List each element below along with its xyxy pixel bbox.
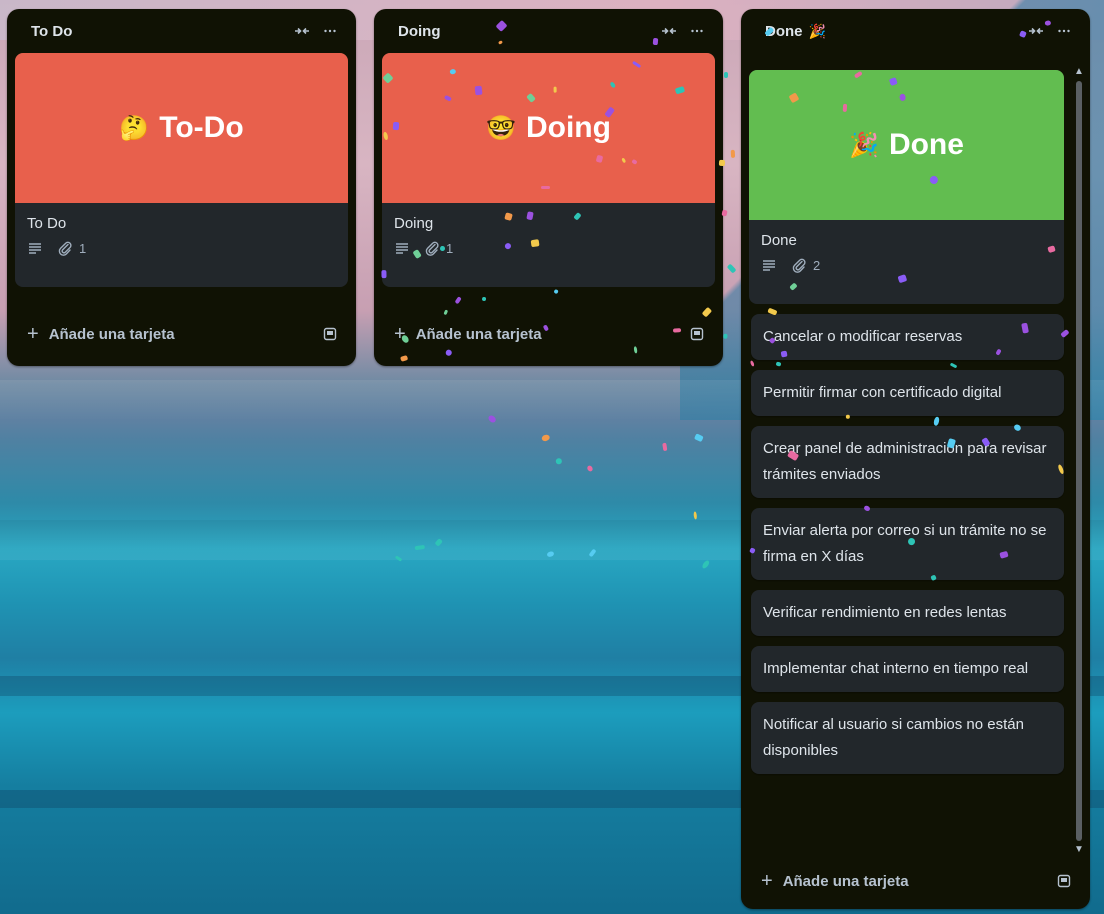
card-title: Done	[761, 232, 797, 249]
list-title-text: To Do	[31, 22, 73, 40]
cover-text: Doing	[525, 111, 611, 144]
attachment-count: 1	[446, 240, 454, 256]
card-template-icon[interactable]	[1054, 871, 1074, 891]
list-title[interactable]: Done 🎉	[765, 23, 1022, 40]
card-cover: 🤓 Doing	[382, 53, 715, 203]
card[interactable]: Cancelar o modificar reservas	[751, 314, 1064, 360]
card-body: Done 2	[749, 220, 1064, 283]
list-title-text: Doing	[398, 22, 441, 40]
card-cover: 🎉 Done	[749, 70, 1064, 220]
attachment-count: 1	[79, 240, 87, 256]
add-card-button[interactable]: + Añade una tarjeta	[394, 324, 687, 344]
attachment-badge: 2	[791, 257, 820, 273]
collapse-icon[interactable]	[655, 17, 683, 45]
add-card-label: Añade una tarjeta	[48, 325, 175, 343]
card[interactable]: Crear panel de administración para revis…	[751, 426, 1064, 498]
card[interactable]: Verificar rendimiento en redes lentas	[751, 590, 1064, 636]
confetti-piece	[586, 464, 594, 473]
attachment-icon	[425, 241, 439, 256]
card[interactable]: Implementar chat interno en tiempo real	[751, 646, 1064, 692]
card-badges: 2	[761, 257, 1052, 273]
card-template-icon[interactable]	[687, 324, 707, 344]
card-cover: 🤔 To-Do	[15, 53, 348, 203]
card-title: To Do	[27, 215, 67, 232]
card[interactable]: Permitir firmar con certificado digital	[751, 370, 1064, 416]
thinking-face-icon: 🤔	[119, 114, 150, 142]
more-icon[interactable]	[1050, 17, 1078, 45]
card[interactable]: Enviar alerta por correo si un trámite n…	[751, 508, 1064, 580]
more-icon[interactable]	[683, 17, 711, 45]
list-header[interactable]: Done 🎉	[741, 9, 1090, 53]
list-header[interactable]: Doing	[374, 9, 723, 53]
add-card-row: + Añade una tarjeta	[374, 306, 723, 362]
more-icon[interactable]	[316, 17, 344, 45]
confetti-piece	[414, 545, 426, 551]
confetti-piece	[555, 457, 563, 464]
confetti-piece	[487, 414, 498, 425]
list-cards[interactable]: 🎉 Done Done 2 Cancelar o modificar reser…	[741, 53, 1090, 853]
list-done: Done 🎉 🎉 Done Done 2 Cancelar o modifica…	[741, 9, 1090, 909]
list-header[interactable]: To Do	[7, 9, 356, 53]
confetti-piece	[692, 511, 698, 521]
card-badges: 1	[394, 240, 703, 256]
plus-icon: +	[394, 323, 406, 345]
description-icon	[27, 240, 43, 256]
attachment-icon	[58, 241, 72, 256]
list-doing: Doing 🤓 Doing Doing 1 + Añade una tarjet…	[374, 9, 723, 366]
confetti-piece	[694, 433, 704, 442]
card[interactable]: Notificar al usuario si cambios no están…	[751, 702, 1064, 774]
list-title[interactable]: To Do	[31, 23, 288, 40]
card-body: Doing 1	[382, 203, 715, 266]
collapse-icon[interactable]	[1022, 17, 1050, 45]
collapse-icon[interactable]	[288, 17, 316, 45]
card-title: Doing	[394, 215, 434, 232]
cover-text: To-Do	[159, 111, 244, 144]
list-scrollbar[interactable]: ▲ ▼	[1074, 67, 1084, 855]
add-card-row: + Añade una tarjeta	[741, 853, 1090, 909]
plus-icon: +	[27, 323, 39, 345]
description-icon	[761, 257, 777, 273]
party-popper-icon: 🎉	[849, 131, 879, 159]
attachment-badge: 1	[57, 240, 86, 256]
card-template-icon[interactable]	[320, 324, 340, 344]
list-title-text: Done	[765, 22, 803, 40]
list-title[interactable]: Doing	[398, 23, 655, 40]
card-body: To Do 1	[15, 203, 348, 266]
attachment-icon	[792, 258, 806, 273]
card-cover-done[interactable]: 🎉 Done Done 2	[749, 70, 1064, 304]
confetti-piece	[662, 442, 668, 451]
attachment-count: 2	[813, 257, 821, 273]
add-card-button[interactable]: + Añade una tarjeta	[27, 324, 320, 344]
confetti-piece	[433, 537, 443, 547]
nerd-face-icon: 🤓	[486, 114, 516, 142]
scroll-thumb[interactable]	[1076, 81, 1082, 841]
card-cover-doing[interactable]: 🤓 Doing Doing 1	[382, 53, 715, 287]
add-card-row: + Añade una tarjeta	[7, 306, 356, 362]
add-card-label: Añade una tarjeta	[415, 325, 542, 343]
card-cover-to-do[interactable]: 🤔 To-Do To Do 1	[15, 53, 348, 287]
cover-text: Done	[888, 128, 964, 161]
add-card-button[interactable]: + Añade una tarjeta	[761, 871, 1054, 891]
scroll-up-icon[interactable]: ▲	[1074, 67, 1084, 77]
attachment-badge: 1	[424, 240, 453, 256]
confetti-piece	[547, 550, 556, 559]
plus-icon: +	[761, 870, 773, 892]
confetti-piece	[394, 555, 403, 563]
confetti-piece	[541, 434, 551, 443]
confetti-piece	[700, 558, 711, 570]
add-card-label: Añade una tarjeta	[782, 872, 909, 890]
description-icon	[394, 240, 410, 256]
list-to-do: To Do 🤔 To-Do To Do 1 + Añade una tarjet…	[7, 9, 356, 366]
confetti-piece	[589, 549, 597, 558]
card-badges: 1	[27, 240, 336, 256]
party-popper-icon: 🎉	[808, 22, 826, 39]
